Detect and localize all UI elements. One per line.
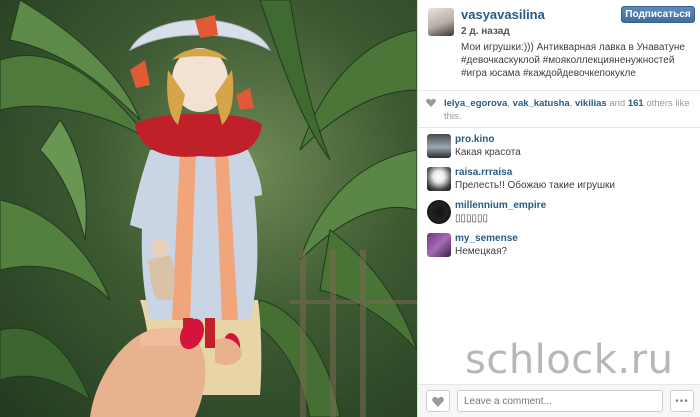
liker-link[interactable]: lelya_egorova [444, 98, 507, 109]
comment-text: Немецкая? [455, 246, 508, 257]
commenter-username[interactable]: my_semense [455, 233, 518, 244]
commenter-avatar[interactable] [427, 233, 451, 257]
liker-link[interactable]: vikilias [575, 98, 607, 109]
commenter-username[interactable]: millennium_empire [455, 200, 546, 211]
like-button[interactable] [426, 390, 450, 412]
comment-input[interactable] [457, 390, 663, 412]
watermark: schlock.ru [465, 337, 674, 383]
likes-and: and [606, 98, 628, 109]
commenter-username[interactable]: pro.kino [455, 134, 494, 145]
liker-link[interactable]: vak_katusha [513, 98, 570, 109]
more-options-button[interactable]: ••• [670, 390, 694, 412]
commenter-avatar[interactable] [427, 134, 451, 158]
comment-text: Какая красота [455, 147, 521, 158]
comment-item: my_semense Немецкая? [418, 229, 700, 262]
comment-item: raisa.rrraisa Прелесть!! Обожаю такие иг… [418, 163, 700, 196]
post-caption: Мои игрушки:))) Антикварная лавка в Унав… [461, 42, 685, 79]
post-header: vasyavasilina Подписаться 2 д. назад Мои… [418, 0, 700, 89]
follow-button[interactable]: Подписаться [621, 6, 695, 23]
comments-list: pro.kino Какая красота raisa.rrraisa Пре… [418, 130, 700, 262]
commenter-avatar[interactable] [427, 167, 451, 191]
comment-bar: ••• [418, 384, 700, 417]
heart-icon [426, 98, 436, 107]
heart-icon [432, 396, 444, 407]
comment-text: ▯▯▯▯▯▯ [455, 213, 489, 224]
commenter-avatar[interactable] [427, 200, 451, 224]
comment-text: Прелесть!! Обожаю такие игрушки [455, 180, 615, 191]
comment-item: millennium_empire ▯▯▯▯▯▯ [418, 196, 700, 229]
owner-username[interactable]: vasyavasilina [461, 7, 545, 22]
likes-summary: lelya_egorova, vak_katusha, vikilias and… [418, 90, 700, 128]
comment-item: pro.kino Какая красота [418, 130, 700, 163]
likes-count[interactable]: 161 [628, 98, 644, 109]
post-photo[interactable] [0, 0, 417, 417]
figurine-photo-illustration [0, 0, 417, 417]
commenter-username[interactable]: raisa.rrraisa [455, 167, 512, 178]
post-timestamp[interactable]: 2 д. назад [461, 26, 510, 37]
owner-avatar[interactable] [428, 8, 454, 36]
